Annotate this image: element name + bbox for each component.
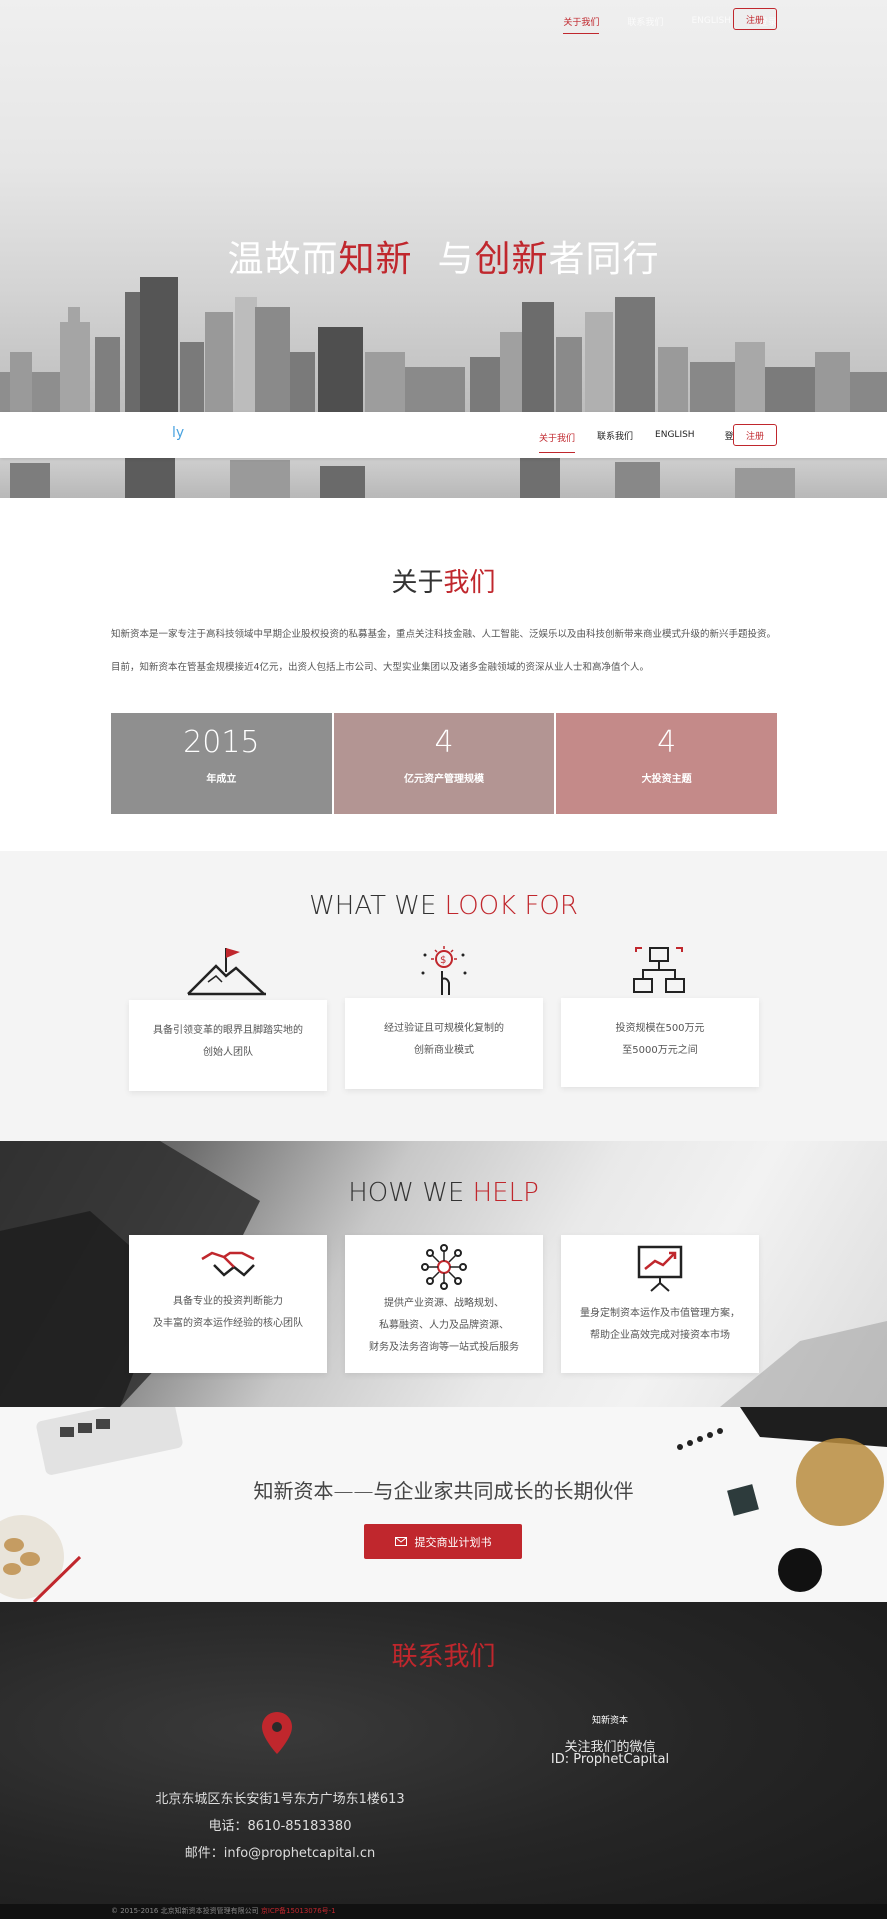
- card-line: 创始人团队: [203, 1047, 253, 1058]
- about-title-a: 关于: [391, 568, 444, 598]
- nav-about-link[interactable]: 关于我们: [539, 417, 576, 453]
- stats-row: 2015 年成立 4 亿元资产管理规模 4 大投资主题: [111, 713, 778, 814]
- footer: © 2015-2016 北京知新资本投资管理有限公司 京ICP备15013076…: [0, 1904, 887, 1919]
- sticky-header: ly 关于我们 联系我们 ENGLISH 登录 注册: [0, 412, 887, 458]
- contact-phone: 电话：8610-85183380: [208, 1819, 352, 1834]
- stat-value: 4: [434, 725, 454, 760]
- help-card-3: 量身定制资本运作及市值管理方案， 帮助企业高效完成对接资本市场: [561, 1235, 759, 1373]
- card-line: 财务及法务咨询等一站式投后服务: [369, 1342, 519, 1353]
- envelope-icon: [394, 1537, 407, 1546]
- hero-slogan-part5: 者同行: [548, 239, 660, 280]
- help-title-b: HELP: [472, 1178, 539, 1208]
- help-card-2: 提供产业资源、战略规划、 私募融资、人力及品牌资源、 财务及法务咨询等一站式投后…: [345, 1235, 543, 1373]
- footer-copyright: © 2015-2016 北京知新资本投资管理有限公司: [111, 1907, 261, 1915]
- partner-tagline: 知新资本——与企业家共同成长的长期伙伴: [253, 1479, 634, 1503]
- help-title-a: HOW WE: [348, 1178, 473, 1208]
- stat-label: 大投资主题: [641, 774, 692, 785]
- card-line: 经过验证且可规模化复制的: [384, 1023, 504, 1034]
- register-button[interactable]: 注册: [733, 424, 777, 446]
- site-logo[interactable]: ly: [172, 425, 184, 441]
- contact-email[interactable]: 邮件：info@prophetcapital.cn: [130, 1842, 430, 1861]
- help-card-1: 具备专业的投资判断能力 及丰富的资本运作经验的核心团队: [129, 1235, 327, 1373]
- card-line: 具备引领变革的眼界且脚踏实地的: [153, 1025, 303, 1036]
- stat-value: 2015: [183, 725, 260, 760]
- svg-text:$: $: [440, 955, 446, 966]
- card-line: 具备专业的投资判断能力: [173, 1296, 283, 1307]
- desk-background-image: [0, 1407, 887, 1602]
- resource-network-icon: [421, 1244, 467, 1290]
- stat-themes: 4 大投资主题: [556, 713, 778, 814]
- nav-english-link[interactable]: ENGLISH: [691, 16, 731, 26]
- look-for-section: WHAT WE LOOK FOR $ 具备引领变革的眼界且脚踏实地的 创始人团队…: [0, 851, 887, 1141]
- skyline-strip: [0, 458, 887, 498]
- look-for-card-1: 具备引领变革的眼界且脚踏实地的 创始人团队: [129, 1000, 327, 1091]
- footer-icp-link[interactable]: 京ICP备15013076号-1: [261, 1907, 336, 1915]
- partner-section: 知新资本——与企业家共同成长的长期伙伴 提交商业计划书: [0, 1407, 887, 1602]
- hero-banner: 关于我们 联系我们 ENGLISH 登录 注册 温故而知新 与创新者同行: [0, 0, 887, 412]
- location-pin-icon: [262, 1712, 292, 1754]
- register-button-top[interactable]: 注册: [733, 8, 777, 30]
- contact-address: 北京东城区东长安街1号东方广场东1楼613: [155, 1792, 405, 1807]
- submit-business-plan-label: 提交商业计划书: [414, 1536, 492, 1549]
- contact-section: 联系我们 北京东城区东长安街1号东方广场东1楼613 电话：8610-85183…: [0, 1602, 887, 1919]
- look-for-card-2: 经过验证且可规模化复制的 创新商业模式: [345, 998, 543, 1089]
- card-line: 至5000万元之间: [622, 1045, 698, 1056]
- nav-contact-link[interactable]: 联系我们: [597, 429, 633, 442]
- hero-slogan: 温故而知新 与创新者同行: [0, 230, 887, 282]
- look-for-title-b: LOOK FOR: [444, 891, 578, 921]
- contact-title: 联系我们: [391, 1642, 496, 1672]
- stat-aum: 4 亿元资产管理规模: [333, 713, 555, 814]
- presentation-chart-icon: [637, 1245, 683, 1292]
- look-for-title: WHAT WE LOOK FOR: [0, 891, 887, 921]
- stat-label: 亿元资产管理规模: [404, 774, 484, 785]
- wechat-brand: 知新资本: [591, 1716, 628, 1726]
- wechat-id: ID: ProphetCapital: [550, 1752, 670, 1767]
- how-we-help-section: HOW WE HELP 具备专业的投资判断能力 及丰富的资本运作经验的核心团队 …: [0, 1141, 887, 1407]
- card-line: 提供产业资源、战略规划、: [384, 1298, 504, 1309]
- handshake-icon: [201, 1251, 255, 1277]
- about-title: 关于我们: [0, 562, 887, 599]
- about-paragraph-1: 知新资本是一家专注于高科技领域中早期企业股权投资的私募基金，重点关注科技金融、人…: [111, 629, 777, 640]
- network-computers-icon: [633, 947, 685, 993]
- submit-business-plan-button[interactable]: 提交商业计划书: [364, 1524, 522, 1559]
- mountain-flag-icon: [187, 948, 266, 996]
- look-for-card-3: 投资规模在500万元 至5000万元之间: [561, 998, 759, 1087]
- card-line: 帮助企业高效完成对接资本市场: [590, 1330, 730, 1341]
- hero-slogan-part4: 创新: [474, 239, 549, 280]
- about-paragraph-2: 目前，知新资本在管基金规模接近4亿元，出资人包括上市公司、大型实业集团以及诸多金…: [111, 662, 650, 673]
- card-line: 量身定制资本运作及市值管理方案，: [580, 1308, 740, 1319]
- hero-slogan-part3: 与: [437, 239, 475, 280]
- lightbulb-hand-icon: $: [421, 946, 467, 995]
- look-for-title-a: WHAT WE: [309, 891, 445, 921]
- city-skyline-image: [10, 458, 795, 498]
- stat-label: 年成立: [206, 774, 237, 785]
- nav-english-link[interactable]: ENGLISH: [655, 430, 695, 440]
- about-title-b: 我们: [443, 568, 496, 598]
- nav-about-link[interactable]: 关于我们: [563, 15, 600, 34]
- hero-slogan-part1: 温故而: [227, 239, 339, 280]
- card-line: 及丰富的资本运作经验的核心团队: [153, 1318, 303, 1329]
- stat-value: 4: [657, 725, 677, 760]
- stat-founded: 2015 年成立: [111, 713, 332, 814]
- card-line: 投资规模在500万元: [615, 1023, 705, 1034]
- hero-slogan-part2: 知新: [338, 239, 413, 280]
- main-nav: 关于我们 联系我们 ENGLISH 登录: [539, 412, 743, 458]
- nav-contact-link[interactable]: 联系我们: [627, 15, 663, 28]
- help-title: HOW WE HELP: [0, 1178, 887, 1208]
- card-line: 创新商业模式: [414, 1045, 474, 1056]
- card-line: 私募融资、人力及品牌资源、: [379, 1320, 509, 1331]
